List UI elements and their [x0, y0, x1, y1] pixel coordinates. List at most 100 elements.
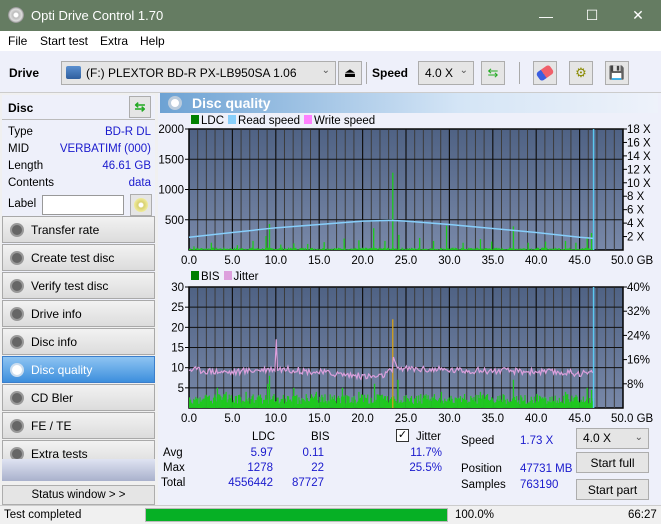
base-bar	[382, 398, 384, 408]
base-bar	[310, 394, 313, 408]
speed-select[interactable]: 4.0 X ⌄	[418, 61, 474, 85]
base-bar	[399, 402, 401, 408]
base-bar	[548, 249, 550, 250]
spike-bar	[225, 391, 227, 408]
nav-cd-bler[interactable]: CD Bler	[2, 384, 155, 411]
erase-button[interactable]	[533, 61, 557, 85]
base-bar	[472, 399, 474, 408]
base-bar	[401, 247, 403, 250]
bis-chart: 5 10 15 20 25 30 8% 16% 24% 32% 40% 0.0 5.0 10.0 15.0 2…	[171, 282, 653, 425]
save-button[interactable]: 💾	[605, 61, 629, 85]
start-full-button[interactable]: Start full	[576, 452, 649, 473]
base-bar	[361, 394, 364, 408]
base-bar	[473, 396, 475, 408]
max-bis: 22	[311, 462, 324, 474]
base-bar	[309, 248, 312, 250]
y2-tick-label: 14 X	[627, 151, 651, 163]
spike-bar	[341, 387, 344, 408]
nav-drive-info[interactable]: Drive info	[2, 300, 155, 327]
base-bar	[365, 397, 367, 408]
menu-help[interactable]: Help	[140, 34, 165, 48]
avg-bis: 0.11	[302, 447, 324, 459]
nav-disc-info[interactable]: Disc info	[2, 328, 155, 355]
base-bar	[199, 249, 201, 250]
base-bar	[453, 403, 455, 408]
base-bar	[352, 402, 354, 408]
disc-contents-value: data	[128, 177, 151, 189]
base-bar	[584, 401, 587, 408]
nav-disc-quality[interactable]: Disc quality	[2, 356, 155, 383]
total-bis: 87727	[292, 477, 324, 489]
base-bar	[332, 398, 334, 408]
base-bar	[530, 396, 532, 408]
base-bar	[244, 401, 246, 408]
base-bar	[552, 248, 554, 250]
base-bar	[521, 397, 523, 408]
nav-verify-test-disc[interactable]: Verify test disc	[2, 272, 155, 299]
base-bar	[362, 401, 365, 408]
base-bar	[455, 247, 457, 250]
menu-extra[interactable]: Extra	[100, 34, 128, 48]
base-bar	[234, 396, 237, 408]
base-bar	[517, 402, 519, 408]
maximize-button[interactable]: ☐	[569, 0, 615, 31]
panel-title: Disc quality	[192, 95, 271, 111]
nav-label: Transfer rate	[31, 223, 100, 237]
disc-refresh-button[interactable]: ⇆	[129, 96, 151, 118]
base-bar	[506, 398, 508, 408]
base-bar	[569, 402, 571, 408]
base-bar	[451, 247, 453, 250]
refresh-button[interactable]: ⇆	[481, 61, 505, 85]
disc-label-button[interactable]	[130, 194, 152, 216]
base-bar	[356, 401, 358, 408]
minimize-button[interactable]: —	[523, 0, 569, 31]
base-bar	[301, 397, 303, 408]
menu-start-test[interactable]: Start test	[40, 34, 88, 48]
base-bar	[481, 395, 483, 408]
nav-label: CD Bler	[31, 391, 74, 405]
status-window-button[interactable]: Status window > >	[2, 485, 155, 505]
base-bar	[265, 395, 267, 408]
refresh-icon: ⇆	[487, 65, 499, 80]
base-bar	[390, 398, 392, 408]
base-bar	[394, 249, 396, 250]
settings-button[interactable]: ⚙	[569, 61, 593, 85]
base-bar	[276, 397, 278, 408]
disc-label-input[interactable]	[42, 195, 124, 215]
x-tick-label: 20.0	[351, 413, 373, 425]
base-bar	[574, 397, 576, 408]
test-speed-select[interactable]: 4.0 X ⌄	[576, 428, 649, 449]
base-bar	[291, 248, 293, 250]
drive-select[interactable]: (F:) PLEXTOR BD-R PX-LB950SA 1.06 ⌄	[61, 61, 336, 85]
base-bar	[418, 395, 420, 408]
base-bar	[441, 247, 443, 250]
base-bar	[567, 248, 569, 250]
base-bar	[425, 394, 427, 408]
disc-icon	[10, 307, 24, 321]
y-tick-label: 25	[171, 302, 184, 314]
base-bar	[504, 399, 506, 408]
base-bar	[330, 248, 332, 250]
base-bar	[459, 249, 462, 250]
base-bar	[368, 248, 370, 250]
base-bar	[401, 402, 403, 408]
jitter-checkbox[interactable]: ✓	[396, 429, 409, 442]
nav-transfer-rate[interactable]: Transfer rate	[2, 216, 155, 243]
eject-button[interactable]: ⏏	[338, 61, 362, 85]
base-bar	[374, 248, 376, 250]
base-bar	[457, 397, 459, 408]
close-button[interactable]: ✕	[615, 0, 661, 31]
base-bar	[223, 394, 225, 408]
start-part-button[interactable]: Start part	[576, 479, 649, 500]
base-bar	[450, 248, 452, 250]
spike-bar	[210, 242, 212, 250]
nav-fe-te[interactable]: FE / TE	[2, 412, 155, 439]
nav-create-test-disc[interactable]: Create test disc	[2, 244, 155, 271]
base-bar	[275, 401, 277, 408]
spike-bar	[293, 243, 295, 250]
spike-bar	[590, 233, 593, 250]
base-bar	[371, 247, 373, 250]
base-bar	[208, 395, 210, 408]
y2-tick-label: 32%	[627, 306, 650, 318]
menu-file[interactable]: File	[8, 34, 27, 48]
